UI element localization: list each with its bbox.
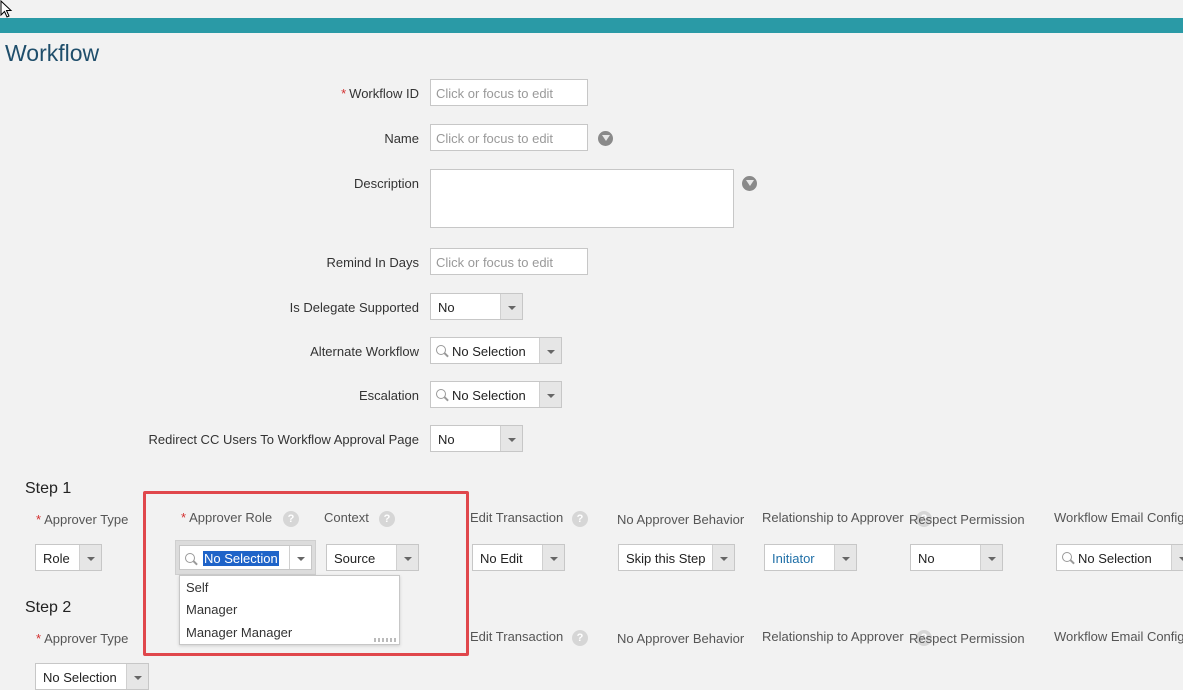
step-2-title: Step 2 [25, 599, 72, 616]
top-bar [0, 18, 1183, 33]
mouse-cursor-icon [0, 0, 13, 18]
step-2-approver-type-header: * Approver Type [36, 631, 129, 646]
description-label: Description [353, 176, 419, 191]
escalation-dropdown[interactable]: No Selection [430, 381, 562, 408]
search-icon [1062, 552, 1072, 562]
search-icon [436, 345, 446, 355]
description-translate-globe-icon[interactable] [742, 176, 757, 191]
page-title: Workflow [5, 40, 100, 66]
step-2-approver-type-dropdown[interactable]: No Selection [35, 663, 149, 690]
chevron-down-icon[interactable] [542, 545, 564, 570]
name-label: Name [384, 131, 419, 146]
redirect-cc-label: Redirect CC Users To Workflow Approval P… [148, 432, 419, 447]
workflow-id-input[interactable]: Click or focus to edit [430, 79, 588, 106]
chevron-down-icon[interactable] [712, 545, 734, 570]
alternate-workflow-label: Alternate Workflow [310, 344, 419, 359]
step-1-workflow-email-config-dropdown[interactable]: No Selection [1056, 544, 1183, 571]
is-delegate-supported-label: Is Delegate Supported [289, 300, 419, 315]
step-1-edit-transaction-dropdown[interactable]: No Edit [472, 544, 565, 571]
remind-in-days-input[interactable]: Click or focus to edit [430, 248, 588, 275]
no-approver-behavior-header: No Approver Behavior [617, 512, 745, 527]
chevron-down-icon[interactable] [500, 426, 522, 451]
step-2-workflow-email-config-header: Workflow Email Config [1054, 629, 1183, 644]
remind-in-days-label: Remind In Days [326, 255, 419, 270]
step-2-relationship-to-approver-header: Relationship to Approver [762, 629, 904, 644]
chevron-down-icon[interactable] [980, 545, 1002, 570]
step-1-approver-type-dropdown[interactable]: Role [35, 544, 102, 571]
step-1-title: Step 1 [25, 480, 72, 497]
workflow-email-config-header: Workflow Email Config [1054, 510, 1183, 525]
chevron-down-icon[interactable] [834, 545, 856, 570]
chevron-down-icon[interactable] [500, 294, 522, 319]
search-icon [436, 389, 446, 399]
chevron-down-icon[interactable] [539, 338, 561, 363]
is-delegate-supported-dropdown[interactable]: No [430, 293, 523, 320]
chevron-down-icon[interactable] [79, 545, 101, 570]
step-1-no-approver-behavior-dropdown[interactable]: Skip this Step [618, 544, 735, 571]
relationship-to-approver-header: Relationship to Approver [762, 510, 904, 525]
step-2-no-approver-behavior-header: No Approver Behavior [617, 631, 745, 646]
step-2-respect-permission-header: Respect Permission [909, 631, 1025, 646]
step-1-relationship-dropdown[interactable]: Initiator [764, 544, 857, 571]
step-1-respect-permission-dropdown[interactable]: No [910, 544, 1003, 571]
name-translate-globe-icon[interactable] [598, 131, 613, 146]
escalation-label: Escalation [359, 388, 419, 403]
chevron-down-icon[interactable] [126, 664, 148, 689]
redirect-cc-dropdown[interactable]: No [430, 425, 523, 452]
chevron-down-icon[interactable] [1171, 545, 1183, 570]
highlight-annotation-box [143, 491, 469, 656]
edit-transaction-header: Edit Transaction [470, 510, 564, 525]
description-textarea[interactable] [430, 169, 734, 228]
chevron-down-icon[interactable] [539, 382, 561, 407]
alternate-workflow-dropdown[interactable]: No Selection [430, 337, 562, 364]
step-2-edit-transaction-header: Edit Transaction [470, 629, 564, 644]
name-input[interactable]: Click or focus to edit [430, 124, 588, 151]
respect-permission-header: Respect Permission [909, 512, 1025, 527]
approver-type-header: * Approver Type [36, 512, 129, 527]
step-2-edit-transaction-help-icon[interactable]: ? [572, 630, 588, 646]
edit-transaction-help-icon[interactable]: ? [572, 511, 588, 527]
workflow-id-label: * Workflow ID [341, 86, 419, 101]
